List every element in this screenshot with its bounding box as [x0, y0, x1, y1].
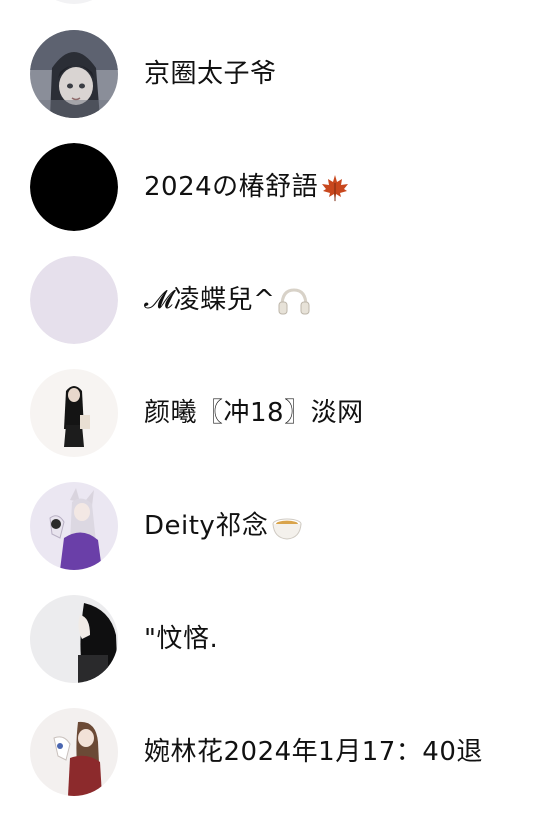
user-row-4[interactable]: 颜曦〖冲18〗淡网	[0, 357, 554, 470]
user-name-text: 婉林花2024年1月17：40退	[144, 737, 483, 767]
avatar[interactable]	[30, 369, 118, 457]
user-name-text: "忟悋.	[144, 624, 219, 654]
user-name: Deity祁念	[144, 508, 304, 544]
user-row-1[interactable]: 京圈太子爷	[0, 18, 554, 131]
user-name-text: Deity祁念	[144, 511, 269, 541]
user-name: 颜曦〖冲18〗淡网	[144, 395, 364, 431]
avatar-girl-long-black-hair-icon	[30, 595, 118, 683]
user-name-text: 𝓜凌蝶兒^	[144, 285, 276, 315]
user-name-text: 2024の椿舒語	[144, 172, 319, 202]
user-name-text: 颜曦〖冲18〗淡网	[144, 398, 364, 428]
user-name: "忟悋.	[144, 621, 218, 657]
tea-cup-icon	[270, 512, 304, 542]
avatar-anime-girl-brown-hair-icon	[30, 708, 118, 796]
avatar[interactable]	[30, 482, 118, 570]
avatar-anime-girl-dark-icon	[30, 30, 118, 118]
user-row-3[interactable]: 𝓜凌蝶兒^	[0, 244, 554, 357]
user-name-text: 京圈太子爷	[144, 59, 277, 89]
user-row-7[interactable]: 婉林花2024年1月17：40退	[0, 696, 554, 809]
user-list: 京圈太子爷 2024の椿舒語 𝓜凌蝶兒^ 颜曦〖冲18〗淡网 Deity祁念 "…	[0, 0, 554, 815]
avatar[interactable]	[30, 595, 118, 683]
user-name: 2024の椿舒語	[144, 169, 350, 205]
user-name: 京圈太子爷	[144, 56, 277, 92]
avatar[interactable]	[30, 256, 118, 344]
avatar-girl-black-hair-icon	[30, 369, 118, 457]
avatar[interactable]	[30, 143, 118, 231]
avatar-anime-fox-girl-icon	[30, 482, 118, 570]
user-name: 婉林花2024年1月17：40退	[144, 734, 483, 770]
avatar[interactable]	[30, 30, 118, 118]
user-row-2[interactable]: 2024の椿舒語	[0, 131, 554, 244]
avatar[interactable]	[30, 708, 118, 796]
user-row-5[interactable]: Deity祁念	[0, 470, 554, 583]
avatar-black-icon	[30, 143, 118, 231]
headphones-icon	[277, 286, 311, 316]
maple-leaf-icon	[320, 173, 350, 203]
user-name: 𝓜凌蝶兒^	[144, 282, 311, 318]
avatar-lavender-icon	[30, 256, 118, 344]
user-row-6[interactable]: "忟悋.	[0, 583, 554, 696]
